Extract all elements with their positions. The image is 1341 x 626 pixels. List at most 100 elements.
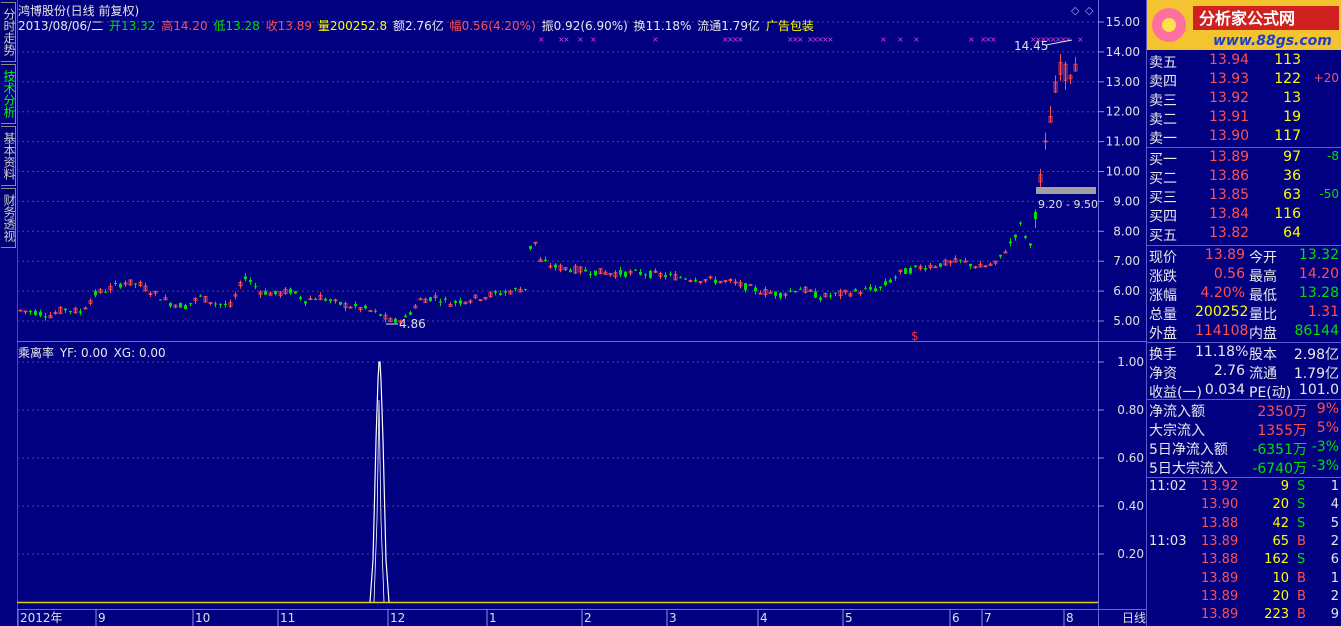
x-tick-label: 7	[984, 611, 992, 625]
flow-label: 5日净流入额	[1149, 442, 1228, 458]
stat-label: 涨幅	[1149, 288, 1177, 304]
candle-body-down	[819, 297, 822, 300]
bid-label: 买一	[1149, 152, 1177, 168]
bid-price: 13.85	[1209, 187, 1250, 203]
indicator-name[interactable]: 乘离率	[18, 346, 54, 360]
xg-value: 0.00	[138, 346, 166, 360]
info-value: 0.034	[1204, 382, 1245, 398]
candle-body-down	[494, 291, 497, 293]
candle-body-down	[854, 289, 857, 292]
tick-price: 13.89	[1201, 607, 1239, 623]
candle-body-down	[39, 311, 42, 316]
ask-label: 卖二	[1149, 112, 1177, 128]
logo-url: www.88gs.com	[1213, 33, 1332, 49]
candle-body-down	[774, 291, 777, 296]
signal-x-marker: ×	[913, 35, 920, 44]
tick-volume: 42	[1272, 515, 1289, 531]
main-y-tick-label: 5.00	[1113, 314, 1140, 328]
flow-pct: 5%	[1316, 420, 1339, 436]
candle-body-down	[199, 295, 202, 297]
tick-time: 11:03	[1149, 533, 1187, 549]
flow-value: 1355万	[1257, 423, 1307, 439]
sub-y-ticks: 1.00 0.80 0.60 0.40 0.20	[1098, 355, 1144, 561]
high-label: 高	[161, 19, 174, 33]
tick-volume: 9	[1280, 479, 1289, 494]
candle-body-down	[179, 302, 182, 308]
stat-label: 今开	[1249, 250, 1277, 266]
diamond-icon-2[interactable]: ◇	[1085, 4, 1094, 17]
bid-row: 买一 13.89 97 -8	[1149, 149, 1339, 168]
diamond-icon[interactable]: ◇	[1071, 4, 1080, 17]
candle-body-down	[29, 310, 32, 313]
bid-volume: 63	[1283, 187, 1301, 203]
stat-row: 涨跌 0.56 最高 14.20	[1149, 266, 1339, 285]
float-label: 流通	[697, 19, 722, 33]
candle-body-down	[619, 269, 622, 275]
x-tick-label: 4	[760, 611, 768, 625]
ad-link[interactable]: 广告包装	[766, 19, 814, 33]
ask-volume: 113	[1274, 52, 1301, 68]
candle-body-down	[884, 281, 887, 286]
bid-label: 买二	[1149, 171, 1177, 187]
candle-body-down	[429, 297, 432, 301]
tick-volume: 20	[1272, 497, 1289, 513]
bid-row: 买五 13.82 64	[1149, 225, 1339, 244]
candle-body-down	[1014, 234, 1017, 238]
candle-body-down	[394, 318, 397, 323]
candle-body-down	[34, 310, 37, 316]
tick-side: B	[1297, 588, 1306, 604]
stat-value: 86144	[1294, 323, 1339, 339]
main-y-tick-label: 10.00	[1106, 165, 1140, 179]
bid-price: 13.84	[1209, 206, 1250, 222]
candle-body-down	[249, 280, 252, 282]
sub-y-tick-label: 0.80	[1117, 403, 1144, 417]
tick-side: S	[1297, 479, 1306, 494]
candle-body-down	[664, 275, 667, 278]
tick-row: 13.89 10 B 1	[1149, 571, 1339, 590]
ask-volume: 13	[1283, 90, 1301, 106]
bid-row: 买四 13.84 116	[1149, 206, 1339, 225]
candle-body-down	[569, 269, 572, 272]
candle-body-down	[924, 268, 927, 270]
tick-row: 13.89 20 B 2	[1149, 589, 1339, 608]
open-label: 开	[109, 19, 122, 33]
stat-label: 外盘	[1149, 326, 1177, 342]
candle-body-down	[114, 283, 117, 285]
ask-label: 卖三	[1149, 93, 1177, 109]
candle-body-down	[799, 288, 802, 290]
tick-price: 13.92	[1201, 479, 1239, 494]
tick-row: 11:03 13.89 65 B 2	[1149, 534, 1339, 553]
flow-pct: -3%	[1311, 458, 1339, 474]
candle-body-down	[44, 316, 47, 318]
signal-x-marker: ×	[1077, 35, 1084, 44]
amp-value: 0.92(6.90%)	[553, 19, 628, 33]
signal-x-marker: ×	[968, 35, 975, 44]
candle-body-down	[684, 278, 687, 280]
main-y-tick-label: 11.00	[1106, 135, 1140, 149]
main-y-tick-label: 12.00	[1106, 105, 1140, 119]
x-tick-label: 9	[98, 611, 106, 625]
info-label: 股本	[1249, 347, 1277, 363]
amp-label: 振	[541, 19, 554, 33]
kline-chart[interactable]: × ×× × × × ×××× ××× ××××× × × × × ××× ×××××××× × 15.00…	[0, 0, 1146, 626]
info-value: 2.76	[1213, 363, 1245, 379]
tick-price: 13.88	[1201, 552, 1239, 568]
vol-label: 量	[317, 19, 330, 33]
high-value: 14.20	[173, 19, 208, 33]
signal-x-marker: ×	[538, 35, 545, 44]
bid-row: 买二 13.86 36	[1149, 168, 1339, 187]
candle-body-down	[254, 286, 257, 288]
yf-value: 0.00	[81, 346, 108, 360]
info-value: 1.79亿	[1293, 366, 1339, 382]
annot-high: 14.45	[1014, 39, 1048, 53]
signal-x-marker: ×	[897, 35, 904, 44]
stat-value: 200252	[1195, 304, 1249, 320]
candle-body-down	[324, 298, 327, 301]
candle-body-down	[304, 301, 307, 304]
candle-body-down	[889, 279, 892, 283]
signal-x-marker: ×	[737, 35, 744, 44]
stat-value: 0.56	[1213, 266, 1245, 282]
candle-body-down	[584, 269, 587, 272]
candle-body-down	[554, 264, 557, 268]
tick-count: 4	[1330, 497, 1339, 513]
